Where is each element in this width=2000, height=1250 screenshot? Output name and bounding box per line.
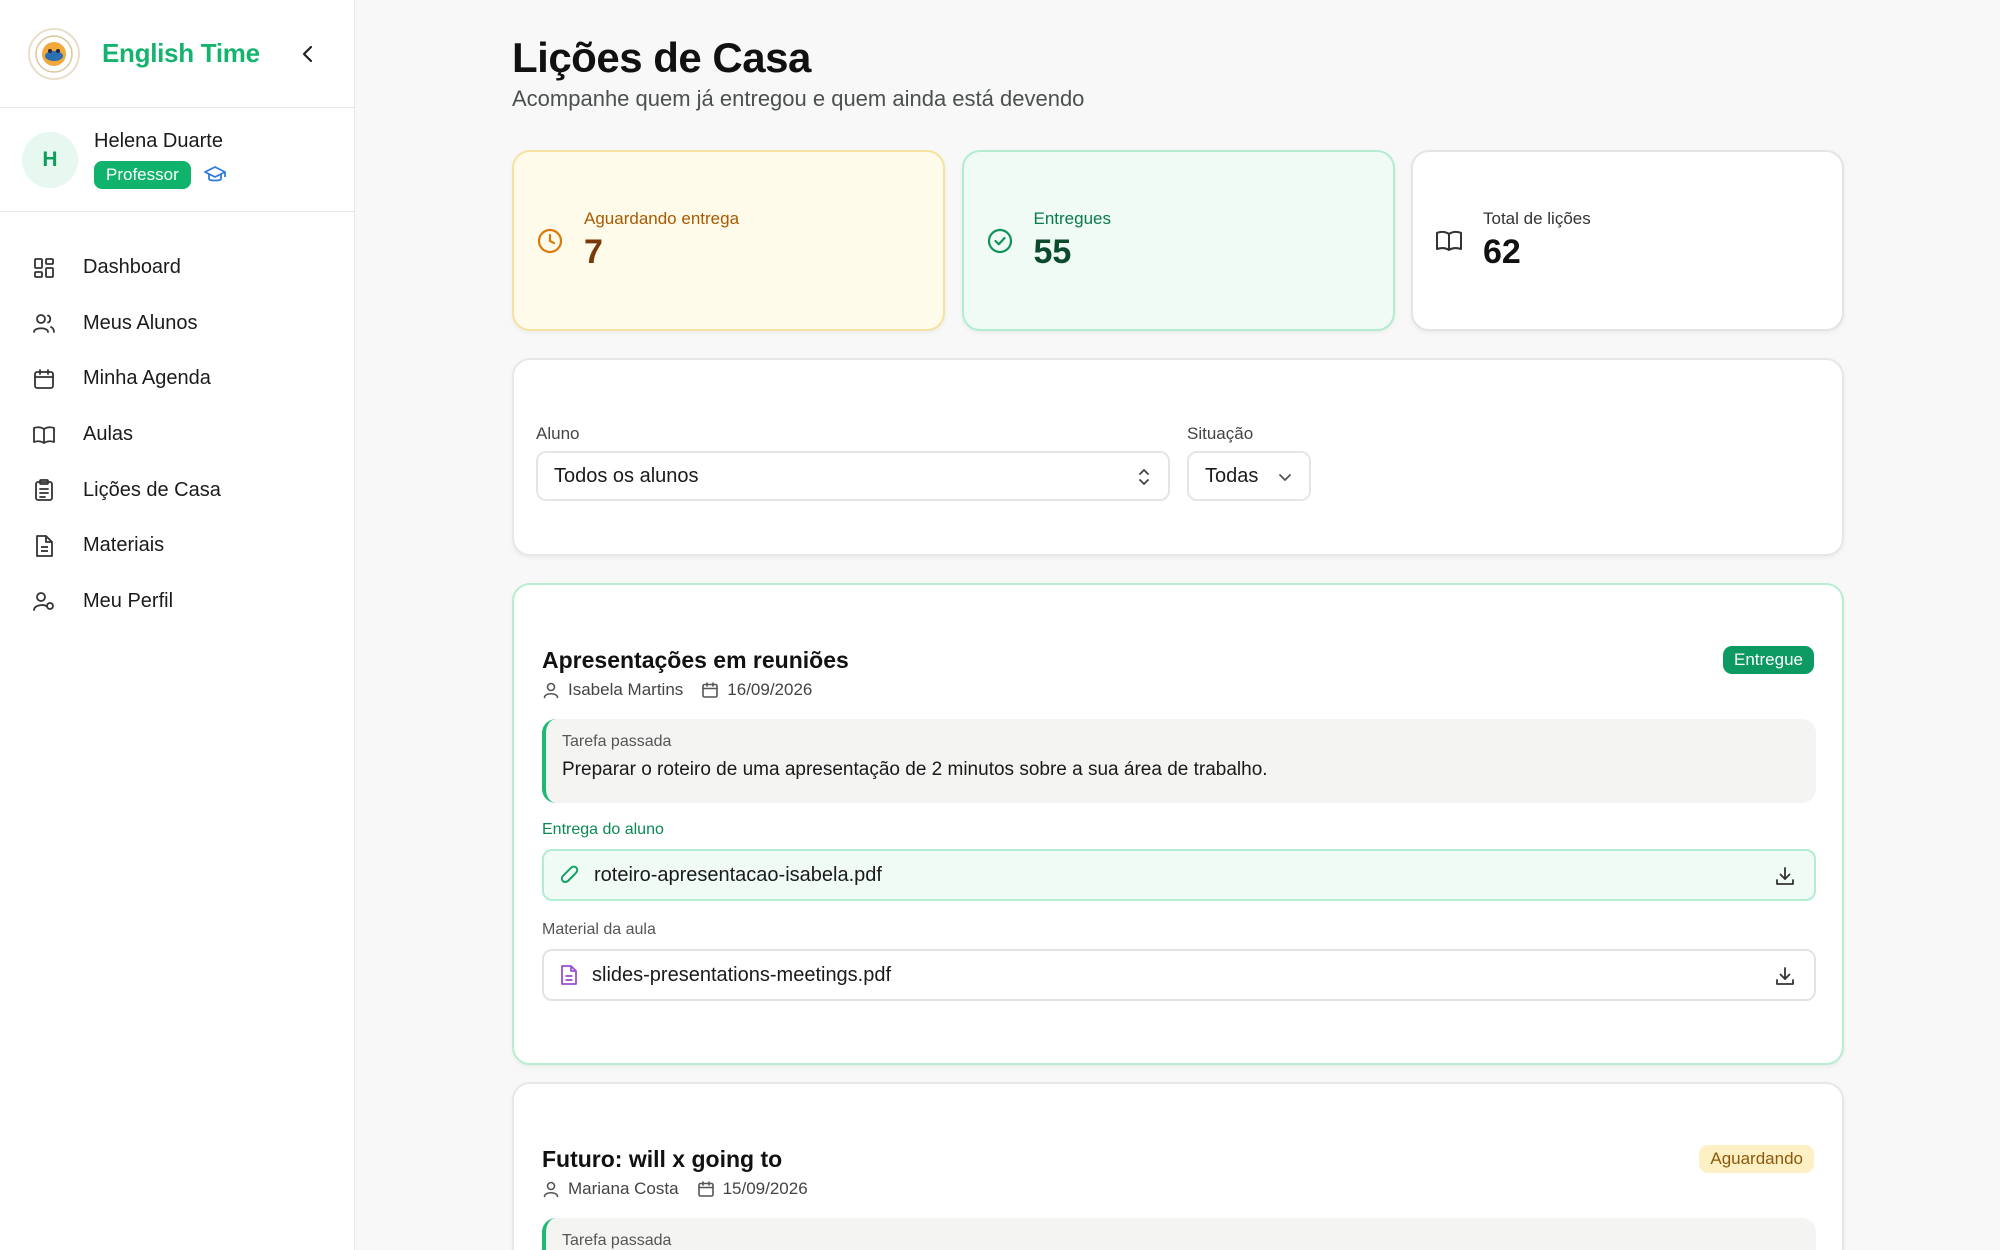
app-name: English Time xyxy=(102,38,260,68)
sidebar-item-label: Materiais xyxy=(83,534,165,557)
homework-date: 15/09/2026 xyxy=(722,1179,808,1198)
homework-meta: Isabela Martins 16/09/2026 xyxy=(542,680,812,700)
task-label: Tarefa passada xyxy=(562,1232,672,1249)
user-icon xyxy=(542,1180,560,1198)
task-box: Tarefa passada xyxy=(542,1218,1816,1250)
sidebar-item-label: Aulas xyxy=(83,423,134,446)
task-label: Tarefa passada xyxy=(562,733,672,750)
sidebar-item-dashboard[interactable]: Dashboard xyxy=(0,240,354,296)
stat-card-total: Total de lições 62 xyxy=(1411,150,1844,331)
stat-card-delivered: Entregues 55 xyxy=(961,150,1395,331)
homework-student: Isabela Martins xyxy=(568,680,684,699)
book-icon xyxy=(1435,227,1463,255)
student-delivery-file[interactable]: roteiro-apresentacao-isabela.pdf xyxy=(542,849,1816,901)
sidebar-item-label: Minha Agenda xyxy=(83,367,211,390)
stat-value: 55 xyxy=(1033,233,1072,271)
sidebar-nav: Dashboard Meus Alunos Minha Agenda Aulas… xyxy=(0,212,354,629)
status-select[interactable]: Todas xyxy=(1187,451,1311,501)
sidebar-item-aulas[interactable]: Aulas xyxy=(0,407,354,463)
sidebar-item-label: Lições de Casa xyxy=(83,478,221,501)
check-circle-icon xyxy=(986,227,1014,255)
stat-label: Total de lições xyxy=(1483,209,1591,228)
clock-icon xyxy=(536,227,564,255)
delivery-label: Entrega do aluno xyxy=(542,821,664,838)
user-panel: H Helena Duarte Professor xyxy=(0,108,354,212)
status-filter-label: Situação xyxy=(1187,424,1254,443)
stat-card-pending: Aguardando entrega 7 xyxy=(512,150,945,331)
user-icon xyxy=(542,681,560,699)
task-text: Preparar o roteiro de uma apresentação d… xyxy=(562,759,1268,780)
page-subtitle: Acompanhe quem já entregou e quem ainda … xyxy=(512,86,1085,111)
homework-card: Apresentações em reuniões Entregue Isabe… xyxy=(512,583,1844,1065)
sidebar-item-meu-perfil[interactable]: Meu Perfil xyxy=(0,574,354,630)
stats-row: Aguardando entrega 7 Entregues 55 Total … xyxy=(512,150,1844,331)
download-icon[interactable] xyxy=(1774,965,1796,987)
homework-card: Futuro: will x going to Aguardando Maria… xyxy=(512,1082,1844,1250)
homework-student: Mariana Costa xyxy=(568,1179,679,1198)
file-text-icon xyxy=(560,964,578,986)
student-filter-label: Aluno xyxy=(536,424,580,443)
student-select[interactable]: Todos os alunos xyxy=(536,451,1170,501)
sidebar-item-meus-alunos[interactable]: Meus Alunos xyxy=(0,296,354,352)
student-select-value: Todos os alunos xyxy=(554,464,699,487)
sidebar-item-label: Dashboard xyxy=(83,256,181,279)
sidebar: English Time H Helena Duarte Professor D… xyxy=(0,0,355,1250)
homework-meta: Mariana Costa 15/09/2026 xyxy=(542,1179,808,1199)
calendar-icon xyxy=(32,367,56,391)
sidebar-item-minha-agenda[interactable]: Minha Agenda xyxy=(0,351,354,407)
chevron-left-icon xyxy=(302,45,313,63)
status-select-value: Todas xyxy=(1205,464,1259,487)
chevron-down-icon xyxy=(1277,469,1293,485)
stat-label: Entregues xyxy=(1033,209,1112,228)
stat-value: 62 xyxy=(1483,233,1521,271)
filters-panel: Aluno Todos os alunos Situação Todas xyxy=(512,358,1844,556)
book-icon xyxy=(32,423,56,447)
app-logo xyxy=(28,27,80,80)
chevrons-up-down-icon xyxy=(1136,467,1152,487)
calendar-icon xyxy=(697,1180,715,1198)
homework-date: 16/09/2026 xyxy=(727,680,813,699)
file-name: roteiro-apresentacao-isabela.pdf xyxy=(594,863,882,886)
calendar-icon xyxy=(701,681,719,699)
sidebar-item-label: Meus Alunos xyxy=(83,311,198,334)
avatar: H xyxy=(22,131,78,188)
stat-label: Aguardando entrega xyxy=(584,209,740,228)
sidebar-item-materiais[interactable]: Materiais xyxy=(0,518,354,574)
task-box: Tarefa passada Preparar o roteiro de uma… xyxy=(542,719,1816,803)
user-cog-icon xyxy=(32,589,56,613)
homework-title: Apresentações em reuniões xyxy=(542,647,849,673)
file-icon xyxy=(32,534,56,558)
sidebar-item-label: Meu Perfil xyxy=(83,589,174,612)
role-badge: Professor xyxy=(94,161,191,189)
user-name: Helena Duarte xyxy=(94,130,223,152)
clipboard-icon xyxy=(32,478,56,502)
brand-header: English Time xyxy=(0,0,354,108)
page-title: Lições de Casa xyxy=(512,34,811,81)
collapse-sidebar-button[interactable] xyxy=(296,40,320,68)
download-icon[interactable] xyxy=(1774,865,1796,887)
graduation-cap-icon xyxy=(203,165,227,185)
status-badge: Entregue xyxy=(1723,646,1814,674)
status-badge: Aguardando xyxy=(1699,1145,1814,1173)
homework-title: Futuro: will x going to xyxy=(542,1146,783,1172)
file-name: slides-presentations-meetings.pdf xyxy=(592,963,892,986)
users-icon xyxy=(32,311,56,335)
paperclip-icon xyxy=(560,864,580,886)
lesson-material-file[interactable]: slides-presentations-meetings.pdf xyxy=(542,949,1816,1001)
material-label: Material da aula xyxy=(542,921,656,938)
stat-value: 7 xyxy=(584,233,603,271)
sidebar-item-licoes-de-casa[interactable]: Lições de Casa xyxy=(0,462,354,518)
dashboard-icon xyxy=(32,256,56,280)
